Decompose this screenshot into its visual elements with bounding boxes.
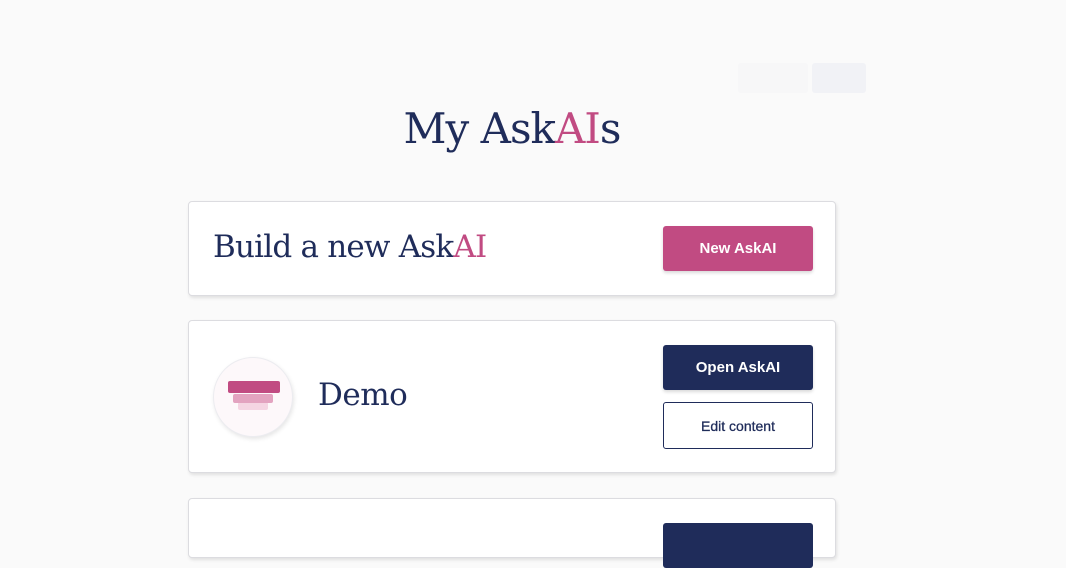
header-placeholder-left bbox=[738, 63, 808, 93]
page-title: My AskAIs bbox=[0, 104, 1024, 153]
askai-avatar bbox=[213, 357, 293, 437]
askai-name: Demo bbox=[318, 377, 408, 413]
build-card-title: Build a new AskAI bbox=[213, 229, 487, 265]
open-askai-button[interactable]: Open AskAI bbox=[663, 345, 813, 390]
build-card-title-accent: AI bbox=[453, 229, 487, 265]
edit-content-button[interactable]: Edit content bbox=[663, 402, 813, 449]
header-placeholder-right bbox=[812, 63, 866, 93]
page-title-main: My Ask bbox=[403, 104, 556, 153]
askai-card: Demo Open AskAI Edit content bbox=[188, 320, 836, 473]
askai-card-partial bbox=[188, 498, 836, 568]
build-new-askai-card: Build a new AskAI New AskAI bbox=[188, 201, 836, 296]
page-title-accent: AI bbox=[554, 104, 601, 153]
open-askai-button-partial[interactable] bbox=[663, 523, 813, 568]
build-card-title-main: Build a new Ask bbox=[213, 229, 454, 265]
new-askai-button[interactable]: New AskAI bbox=[663, 226, 813, 271]
layered-stack-icon bbox=[228, 381, 280, 410]
page-title-suffix: s bbox=[599, 104, 622, 153]
